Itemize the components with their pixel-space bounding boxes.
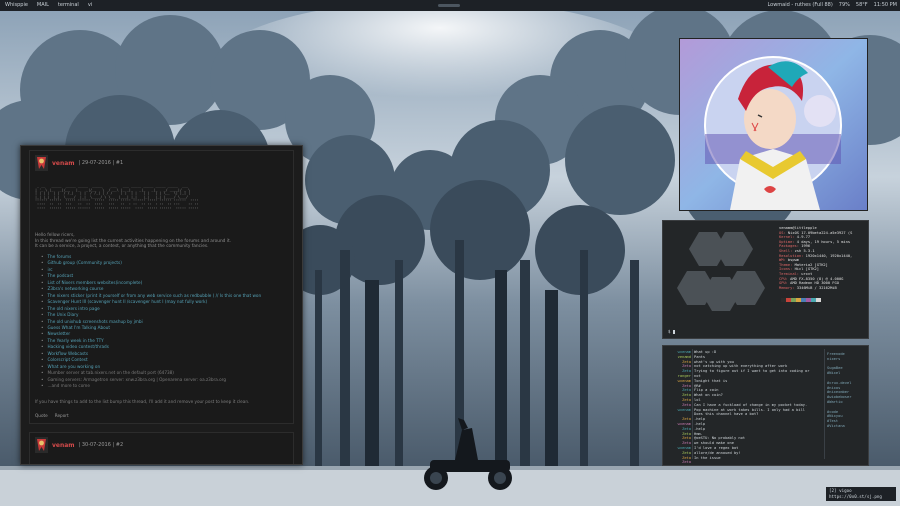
- quote-button[interactable]: Quote: [35, 413, 48, 418]
- window-title: Lowmaid - ruthes (Full 88): [767, 2, 833, 8]
- notification-popup[interactable]: [2] vigoo https://0x0.st/sj.png: [826, 487, 896, 501]
- list-item: ...and more to come: [41, 383, 291, 389]
- post-intro: Hello fellow ricers, In this thread we'r…: [35, 233, 290, 250]
- report-button[interactable]: Report: [55, 413, 69, 418]
- intro-line-2: It can be a service, a project, a contes…: [35, 244, 209, 250]
- channel-item[interactable]: #Victana: [827, 424, 863, 429]
- post-header: venam | 30-07-2016 | #2: [35, 437, 123, 453]
- workspace-tab-3[interactable]: terminal: [56, 0, 81, 11]
- volume-indicator[interactable]: 79%: [839, 0, 850, 11]
- nick-column: wvenam venamd Zeta Zeta Zeta ranger wvenam Zeta…: [667, 350, 691, 465]
- post-author[interactable]: venam: [52, 442, 75, 449]
- workspace-tab-1[interactable]: Whisppie: [3, 0, 30, 11]
- forum-post-1: venam | 29-07-2016 | #1 _ __ _____ _____…: [29, 150, 294, 424]
- user-avatar-icon[interactable]: [35, 155, 48, 171]
- top-panel: Whisppie MAIL terminal vi Lowmaid - ruth…: [0, 0, 900, 11]
- post-header: venam | 29-07-2016 | #1: [35, 155, 123, 171]
- workspace-tab-2[interactable]: MAIL: [35, 0, 51, 11]
- shell-prompt[interactable]: $: [668, 329, 675, 334]
- ascii-art-banner: _ __ _____ _____ _____ _____ ___ ___ ___…: [35, 184, 199, 210]
- system-info: venamm@littlepple OS: NixOS 17.09beta224…: [779, 226, 852, 290]
- anime-artwork-image: [680, 39, 867, 210]
- irc-nick[interactable]: Zeta: [667, 460, 691, 465]
- message-column: What up :D Pants what's up with you not cat…: [694, 350, 824, 465]
- image-viewer-window[interactable]: [679, 38, 868, 211]
- irc-message: Trying to figure out if I want to get in…: [694, 369, 810, 374]
- neofetch-terminal[interactable]: venamm@littlepple OS: NixOS 17.09beta224…: [662, 220, 869, 339]
- post-footer-text: If you have things to add to the list bu…: [35, 399, 250, 404]
- forum-browser-window[interactable]: venam | 29-07-2016 | #1 _ __ _____ _____…: [20, 145, 303, 465]
- post-actions: Quote Report: [35, 413, 69, 418]
- clock: 11:50 PM: [873, 2, 897, 8]
- post-meta: | 30-07-2016 | #2: [78, 442, 124, 448]
- post-meta: | 29-07-2016 | #1: [78, 160, 124, 166]
- color-palette: [781, 298, 821, 302]
- info-row: Memory: 3346MiB / 32162MiB: [779, 285, 837, 290]
- irc-message: Can I have a fuckload of change in my po…: [694, 402, 808, 407]
- irc-client-window[interactable]: wvenam venamd Zeta Zeta Zeta ranger wvenam Zeta…: [662, 345, 869, 466]
- forum-post-2: venam | 30-07-2016 | #2: [29, 432, 294, 464]
- post-author[interactable]: venam: [52, 160, 75, 167]
- activities-list: The forums Github group (Community proje…: [41, 254, 291, 390]
- channel-list: Freenode nixers SugaBee #Nixel #crux-devel #n…: [827, 352, 863, 429]
- workspace-pager[interactable]: [438, 4, 460, 7]
- weather-indicator: 58°F: [855, 2, 868, 8]
- nixos-logo-icon: [677, 232, 765, 311]
- user-avatar-icon[interactable]: [35, 437, 48, 453]
- column-divider: [692, 349, 693, 459]
- notification-body: https://0x0.st/sj.png: [829, 494, 882, 499]
- irc-message: [694, 460, 824, 465]
- workspace-tab-4[interactable]: vi: [86, 0, 94, 11]
- column-divider: [824, 349, 825, 459]
